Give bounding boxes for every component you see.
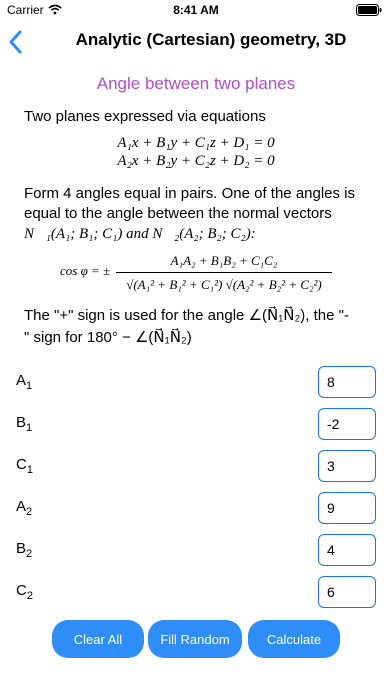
label-subscript: 1 xyxy=(26,422,33,434)
equation-line-1: A₁x + B₁y + C₁z + D₁ = 0 xyxy=(117,135,275,151)
formula-lhs: cos φ = ± xyxy=(60,263,111,278)
calculate-button[interactable]: Calculate xyxy=(248,620,340,658)
field-label-b1: B1 xyxy=(16,414,32,434)
field-row-b2: B2 xyxy=(0,534,392,568)
label-letter: B xyxy=(16,540,27,557)
field-label-c1: C1 xyxy=(16,456,33,476)
b1-input[interactable] xyxy=(318,408,376,440)
status-time: 8:41 AM xyxy=(173,3,219,17)
field-label-a1: A1 xyxy=(16,372,32,392)
field-label-c2: C2 xyxy=(16,582,33,602)
battery-icon xyxy=(356,4,382,19)
sign-note-line-1: The "+" sign is used for the angle ∠(N⃗₁… xyxy=(24,307,349,324)
field-row-c1: C1 xyxy=(0,450,392,484)
label-letter: A xyxy=(16,372,27,389)
formula-numerator: A₁A₂ + B₁B₂ + C₁C₂ xyxy=(170,253,278,268)
a1-input[interactable] xyxy=(318,366,376,398)
formula-fraction: A₁A₂ + B₁B₂ + C₁C₂ √(A₁² + B₁² + C₁²) √(… xyxy=(116,252,332,295)
page-title: Analytic (Cartesian) geometry, 3D xyxy=(75,30,347,49)
field-row-a1: A1 xyxy=(0,366,392,400)
c2-input[interactable] xyxy=(318,576,376,608)
label-subscript: 1 xyxy=(26,464,33,476)
fraction-bar xyxy=(116,272,332,273)
field-label-b2: B2 xyxy=(16,540,32,560)
label-letter: C xyxy=(16,582,27,599)
label-letter: A xyxy=(16,498,27,515)
back-button[interactable] xyxy=(6,26,36,58)
c1-input[interactable] xyxy=(318,450,376,482)
navigation-bar: Analytic (Cartesian) geometry, 3D xyxy=(0,22,392,62)
a2-input[interactable] xyxy=(318,492,376,524)
label-subscript: 2 xyxy=(26,506,33,518)
label-subscript: 2 xyxy=(26,548,33,560)
label-subscript: 2 xyxy=(26,590,33,602)
section-title: Angle between two planes xyxy=(96,74,296,93)
field-label-a2: A2 xyxy=(16,498,32,518)
clear-all-button[interactable]: Clear All xyxy=(52,620,144,658)
status-bar: Carrier 8:41 AM xyxy=(0,0,392,22)
field-row-a2: A2 xyxy=(0,492,392,526)
normal-vectors-text: N⃗₁(A₁; B₁; C₁) and N⃗₂(A₂; B₂; C₂): xyxy=(24,226,256,242)
field-row-c2: C2 xyxy=(0,576,392,610)
formula-denominator: √(A₁² + B₁² + C₁²) √(A₂² + B₂² + C₂²) xyxy=(126,277,322,292)
field-row-b1: B1 xyxy=(0,408,392,442)
intro-text: Two planes expressed via equations xyxy=(24,108,266,125)
label-subscript: 1 xyxy=(26,380,33,392)
plane-equations: A₁x + B₁y + C₁z + D₁ = 0 A₂x + B₂y + C₂z… xyxy=(0,134,392,170)
fill-random-button[interactable]: Fill Random xyxy=(148,620,242,658)
b2-input[interactable] xyxy=(318,534,376,566)
equation-line-2: A₂x + B₂y + C₂z + D₂ = 0 xyxy=(117,153,275,169)
chevron-left-icon xyxy=(6,30,26,62)
sign-note-line-2: " sign for 180° − ∠(N⃗₁N⃗₂) xyxy=(24,329,192,346)
paragraph-text: Form 4 angles equal in pairs. One of the… xyxy=(24,185,356,222)
label-letter: B xyxy=(16,414,27,431)
label-letter: C xyxy=(16,456,27,473)
